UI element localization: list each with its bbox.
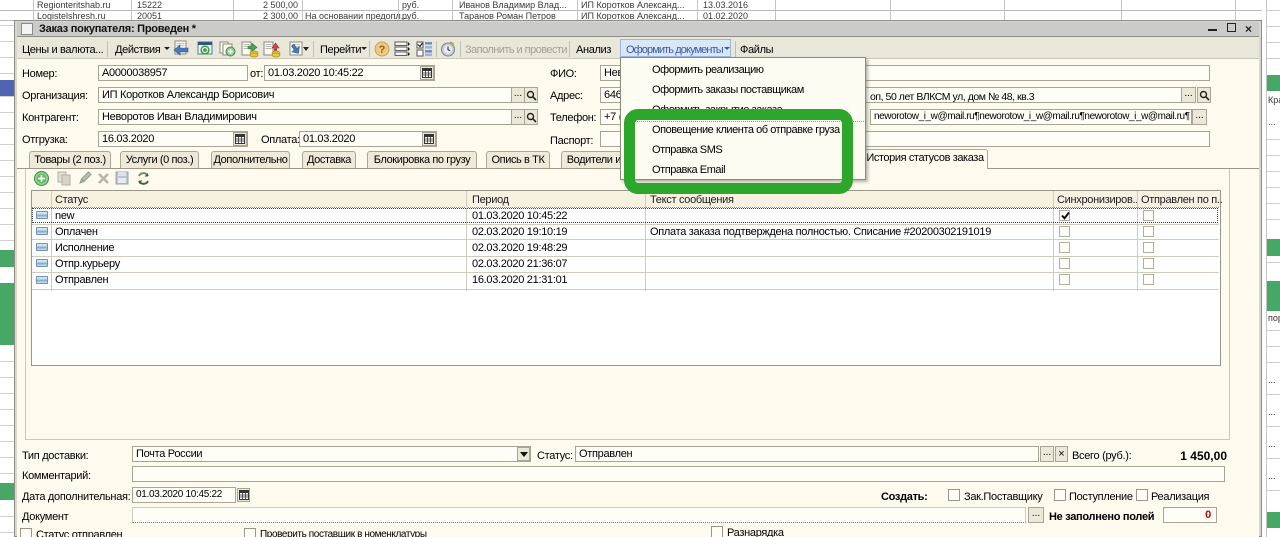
svg-text:?: ? [379,44,386,56]
